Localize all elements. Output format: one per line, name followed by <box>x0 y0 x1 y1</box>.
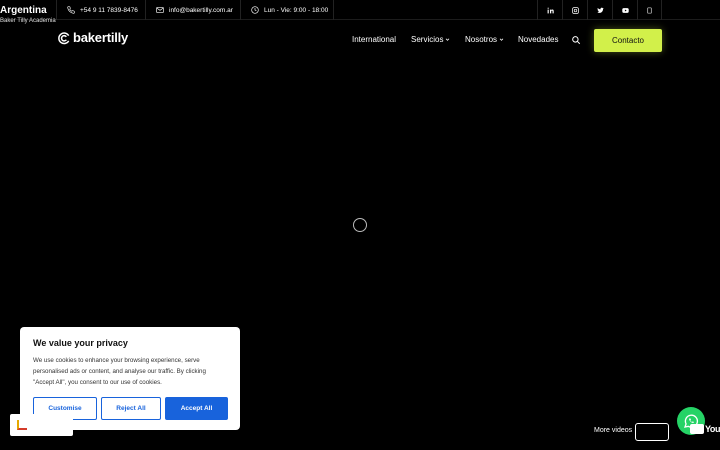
top-bar: Argentina Baker Tilly Academia +54 9 11 … <box>0 0 720 24</box>
bakertilly-logo[interactable]: bakertilly <box>57 30 128 45</box>
mail-icon <box>156 7 164 13</box>
social-tiktok[interactable] <box>637 0 662 20</box>
phone-info[interactable]: +54 9 11 7839-8476 <box>56 0 146 20</box>
more-videos-label[interactable]: More videos <box>594 427 632 434</box>
email-info[interactable]: info@bakertilly.com.ar <box>145 0 241 20</box>
social-linkedin[interactable] <box>537 0 562 20</box>
youtube-icon <box>621 7 629 13</box>
brand-left: Argentina Baker Tilly Academia <box>0 5 56 25</box>
cookie-description: We use cookies to enhance your browsing … <box>33 357 206 386</box>
academia-link[interactable]: Baker Tilly Academia <box>0 17 56 25</box>
nav-servicios[interactable]: Servicios <box>411 35 450 44</box>
hours-info: Lun - Vie: 9:00 - 18:00 <box>240 0 334 20</box>
nav-novedades-label: Novedades <box>518 35 559 44</box>
nav-international-label: International <box>352 35 397 44</box>
cookie-title: We value your privacy <box>33 338 128 348</box>
clock-icon <box>251 6 259 14</box>
phone-text: +54 9 11 7839-8476 <box>80 6 138 14</box>
tiktok-icon <box>647 7 652 13</box>
nav-nosotros[interactable]: Nosotros <box>465 35 504 44</box>
nav-servicios-label: Servicios <box>411 35 444 44</box>
loading-spinner <box>353 218 367 232</box>
more-videos-thumbnail[interactable] <box>635 423 669 441</box>
nav-international[interactable]: International <box>352 35 396 44</box>
nav-novedades[interactable]: Novedades <box>518 35 558 44</box>
youtube-text: YouTube <box>705 424 720 434</box>
country-label: Argentina <box>0 5 47 16</box>
social-youtube[interactable] <box>612 0 637 20</box>
instagram-icon <box>571 6 579 14</box>
cookie-logo-icon <box>17 420 27 430</box>
bakertilly-swirl-icon <box>58 31 70 44</box>
logo-text: bakertilly <box>73 30 129 45</box>
nav-nosotros-label: Nosotros <box>465 35 498 44</box>
youtube-logo[interactable]: YouTube <box>690 424 720 434</box>
reject-all-button[interactable]: Reject All <box>101 397 161 420</box>
twitter-icon <box>596 7 604 13</box>
cookie-settings-badge[interactable] <box>10 414 73 436</box>
contact-button[interactable]: Contacto <box>594 29 662 52</box>
hours-text: Lun - Vie: 9:00 - 18:00 <box>264 6 329 14</box>
chevron-down-icon <box>446 38 450 41</box>
social-instagram[interactable] <box>562 0 587 20</box>
social-twitter[interactable] <box>587 0 612 20</box>
accept-all-button[interactable]: Accept All <box>165 397 228 420</box>
search-icon[interactable] <box>571 35 581 45</box>
email-text: info@bakertilly.com.ar <box>169 6 233 14</box>
linkedin-icon <box>547 7 554 13</box>
phone-icon <box>67 6 75 14</box>
chevron-down-icon <box>499 38 504 41</box>
youtube-play-icon <box>690 424 704 434</box>
